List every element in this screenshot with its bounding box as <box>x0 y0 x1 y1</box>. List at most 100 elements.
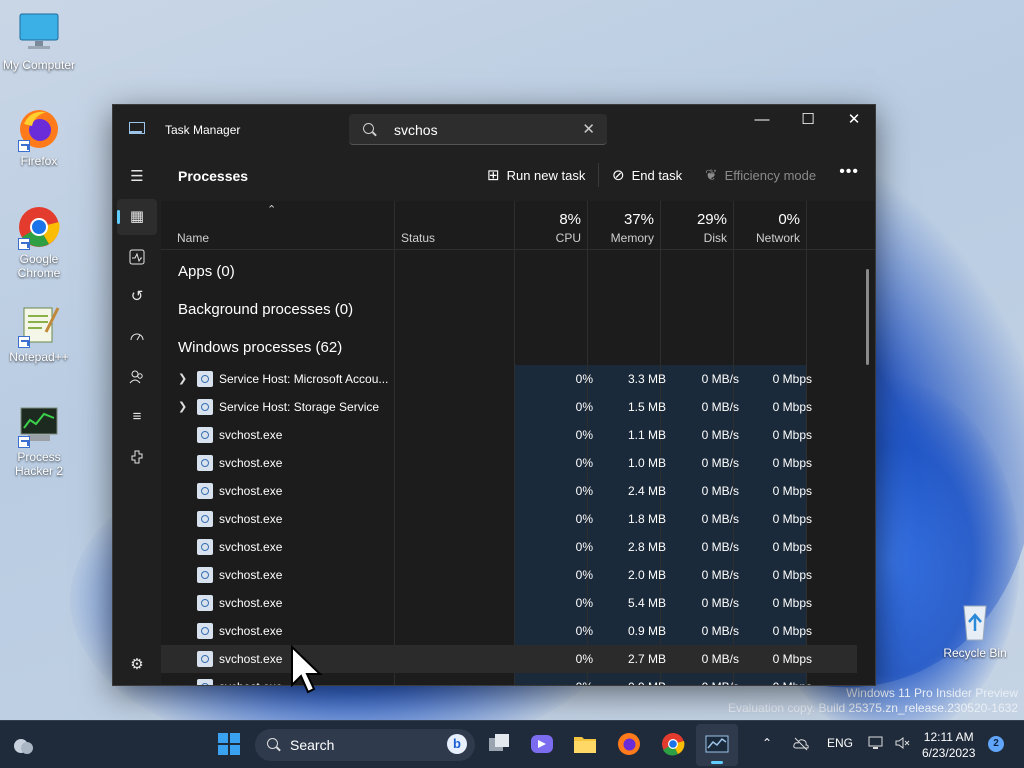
search-input[interactable]: svchos <box>394 122 438 138</box>
service-host-icon <box>197 511 213 527</box>
service-host-icon <box>197 539 213 555</box>
startup-apps-icon[interactable] <box>117 319 157 355</box>
process-name: Service Host: Storage Service <box>219 400 380 414</box>
desktop-icon-google-chrome[interactable]: Google Chrome <box>1 204 77 280</box>
table-row[interactable]: svchost.exe 0% 2.8 MB 0 MB/s 0 Mbps <box>161 533 857 561</box>
desktop-icon-recycle-bin[interactable]: Recycle Bin <box>937 598 1013 660</box>
toolbar-divider <box>598 163 599 187</box>
minimize-button[interactable]: — <box>739 105 785 135</box>
monitor-icon <box>16 10 62 56</box>
weather-icon[interactable] <box>10 733 36 759</box>
process-name: svchost.exe <box>219 512 283 526</box>
windows-start-icon[interactable] <box>216 731 242 757</box>
desktop-icon-firefox[interactable]: Firefox <box>1 106 77 168</box>
maximize-button[interactable]: ☐ <box>785 105 831 135</box>
cell-memory: 0.9 MB <box>627 624 666 638</box>
service-host-icon <box>197 399 213 415</box>
cell-network: 0 Mbps <box>772 652 812 666</box>
search-box[interactable]: svchos ✕ <box>349 114 607 145</box>
cell-disk: 0 MB/s <box>701 372 739 386</box>
cell-network: 0 Mbps <box>772 568 812 582</box>
firefox-icon <box>16 106 62 152</box>
network-icon[interactable] <box>868 735 886 754</box>
cell-memory: 2.4 MB <box>627 484 666 498</box>
cell-disk: 0 MB/s <box>701 512 739 526</box>
service-host-icon <box>197 679 213 685</box>
desktop-icon-notepad-plus-plus[interactable]: Notepad++ <box>1 302 77 364</box>
more-options-button[interactable]: ••• <box>839 163 859 181</box>
cell-network: 0 Mbps <box>772 624 812 638</box>
desktop-icon-label: Google Chrome <box>17 252 61 280</box>
expand-chevron-icon[interactable]: ❯ <box>178 372 187 385</box>
taskbar-search[interactable]: Search b <box>255 729 475 761</box>
file-explorer-icon[interactable] <box>572 731 598 757</box>
process-name: svchost.exe <box>219 428 283 442</box>
toolbar: Processes ⊞ Run new task ⊘ End task ❦ Effic… <box>161 151 875 201</box>
cell-network: 0 Mbps <box>772 596 812 610</box>
taskbar-search-label: Search <box>290 737 335 753</box>
services-icon[interactable] <box>117 439 157 475</box>
cell-cpu: 0% <box>575 512 593 526</box>
cell-cpu: 0% <box>575 400 593 414</box>
cell-memory: 5.4 MB <box>627 596 666 610</box>
watermark-line: Windows 11 Pro Insider Preview <box>846 686 1018 700</box>
task-manager-taskbar-button[interactable] <box>696 724 738 766</box>
clock-date: 6/23/2023 <box>922 746 976 760</box>
volume-muted-icon[interactable] <box>894 735 912 754</box>
system-clock[interactable]: 12:11 AM 6/23/2023 <box>922 729 975 761</box>
processes-icon[interactable]: ▦ <box>117 199 157 235</box>
chrome-icon <box>16 204 62 250</box>
table-row[interactable]: svchost.exe 0% 2.4 MB 0 MB/s 0 Mbps <box>161 477 857 505</box>
table-row[interactable]: svchost.exe 0% 5.4 MB 0 MB/s 0 Mbps <box>161 589 857 617</box>
end-task-button[interactable]: ⊘ End task <box>612 166 682 184</box>
hamburger-icon[interactable]: ☰ <box>117 159 157 195</box>
app-history-icon[interactable]: ↺ <box>117 279 157 315</box>
settings-icon[interactable]: ⚙ <box>117 647 157 683</box>
teams-chat-icon[interactable] <box>529 731 555 757</box>
details-icon[interactable]: ≡ <box>117 399 157 435</box>
task-view-icon[interactable] <box>486 731 512 757</box>
table-row[interactable]: svchost.exe 0% 2.0 MB 0 MB/s 0 Mbps <box>161 561 857 589</box>
processes-page: Processes ⊞ Run new task ⊘ End task ❦ Effic… <box>161 151 875 685</box>
chrome-icon[interactable] <box>660 731 686 757</box>
nav-sidebar: ☰ ▦ ↺ ≡ ⚙ <box>113 151 161 685</box>
performance-icon[interactable] <box>117 239 157 275</box>
end-task-label: End task <box>631 168 683 183</box>
table-row[interactable]: svchost.exe0%0.9 MB0 MB/s0 Mbps <box>161 673 857 685</box>
scrollbar[interactable] <box>866 269 869 365</box>
cell-disk: 0 MB/s <box>701 596 739 610</box>
table-row[interactable]: svchost.exe 0% 1.1 MB 0 MB/s 0 Mbps <box>161 421 857 449</box>
cell-memory: 1.0 MB <box>627 456 666 470</box>
firefox-icon[interactable] <box>616 731 642 757</box>
service-host-icon <box>197 651 213 667</box>
expand-chevron-icon[interactable]: ❯ <box>178 400 187 413</box>
cell-cpu: 0% <box>575 428 593 442</box>
desktop-icon-process-hacker[interactable]: Process Hacker 2 <box>1 402 77 478</box>
efficiency-mode-label: Efficiency mode <box>724 168 817 183</box>
clock-time: 12:11 AM <box>923 730 974 744</box>
users-icon[interactable] <box>117 359 157 395</box>
cell-cpu: 0% <box>575 596 593 610</box>
bing-icon[interactable]: b <box>447 734 467 754</box>
clear-search-icon[interactable]: ✕ <box>582 120 595 138</box>
table-row[interactable]: svchost.exe 0% 1.0 MB 0 MB/s 0 Mbps <box>161 449 857 477</box>
cell-cpu: 0% <box>575 624 593 638</box>
table-row[interactable]: svchost.exe 0% 1.8 MB 0 MB/s 0 Mbps <box>161 505 857 533</box>
service-host-icon <box>197 371 213 387</box>
cell-memory: 1.5 MB <box>627 400 666 414</box>
run-new-task-button[interactable]: ⊞ Run new task <box>487 166 585 184</box>
table-row[interactable]: ❯ Service Host: Storage Service 0% 1.5 MB 0 … <box>161 393 857 421</box>
table-row[interactable]: svchost.exe 0% 2.7 MB 0 MB/s 0 Mbps <box>161 645 857 673</box>
title-bar[interactable]: Task Manager svchos ✕ — ☐ ✕ <box>113 105 875 151</box>
desktop-icon-my-computer[interactable]: My Computer <box>1 10 77 72</box>
notification-badge[interactable]: 2 <box>988 736 1004 752</box>
input-language[interactable]: ENG <box>827 736 853 750</box>
cell-disk: 0 MB/s <box>701 540 739 554</box>
windows-watermark: Windows 11 Pro Insider Preview Evaluatio… <box>728 686 1018 716</box>
onedrive-offline-icon[interactable] <box>792 736 810 755</box>
table-row[interactable]: svchost.exe0%0.9 MB0 MB/s0 Mbps <box>161 617 857 645</box>
efficiency-mode-button[interactable]: ❦ Efficiency mode <box>705 166 816 184</box>
table-row[interactable]: ❯ Service Host: Microsoft Accou... 0% 3.3 M… <box>161 365 857 393</box>
show-hidden-icons-chevron[interactable]: ⌃ <box>762 736 772 750</box>
close-button[interactable]: ✕ <box>831 105 875 135</box>
